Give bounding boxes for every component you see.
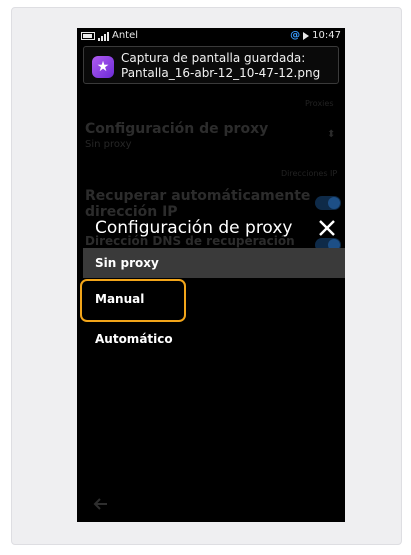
auto-ip-toggle — [315, 196, 341, 210]
star-icon: ★ — [92, 56, 114, 78]
close-icon[interactable] — [315, 216, 339, 240]
auto-ip-title: Recuperar automáticamente — [85, 188, 311, 204]
option-sin-proxy[interactable]: Sin proxy — [83, 248, 345, 278]
option-automatico[interactable]: Automático — [83, 324, 345, 354]
signal-icon — [98, 31, 109, 41]
battery-icon — [81, 32, 95, 40]
phone-screen: Antel @ 10:47 ★ Captura de pantalla guar… — [77, 28, 345, 522]
section-proxies-label: Proxies — [305, 99, 334, 108]
play-icon — [303, 32, 310, 40]
dialog-title: Configuración de proxy — [95, 218, 293, 238]
highlight-annotation — [80, 279, 186, 322]
screenshot-notification[interactable]: ★ Captura de pantalla guardada: Pantalla… — [83, 46, 339, 84]
proxy-setting-value: Sin proxy — [85, 139, 132, 150]
notification-title: Captura de pantalla guardada: — [121, 51, 306, 65]
section-ip-label: Direcciones IP — [281, 169, 338, 178]
back-arrow-icon[interactable] — [91, 494, 111, 514]
dropdown-arrows-icon: ⬍ — [327, 129, 336, 140]
status-bar: Antel @ 10:47 — [77, 28, 345, 44]
at-icon: @ — [290, 30, 301, 41]
clock: 10:47 — [312, 30, 341, 41]
notification-filename: Pantalla_16-abr-12_10-47-12.png — [121, 66, 321, 80]
carrier-label: Antel — [112, 30, 139, 41]
proxy-setting-title: Configuración de proxy — [85, 121, 269, 137]
